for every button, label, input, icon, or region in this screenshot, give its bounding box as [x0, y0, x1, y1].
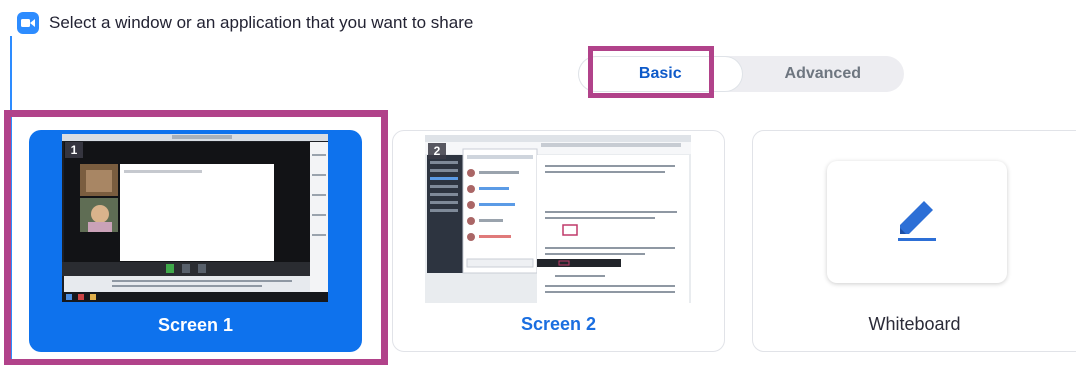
share-dialog-header: Select a window or an application that y… — [17, 10, 473, 36]
screen-1-highlight — [4, 110, 388, 365]
pen-icon — [898, 201, 936, 241]
zoom-camera-icon — [17, 12, 39, 34]
share-option-whiteboard[interactable]: Whiteboard — [752, 130, 1076, 352]
share-option-screen-2[interactable]: 2 Screen 2 — [392, 130, 725, 352]
screen-2-thumbnail: 2 — [425, 135, 691, 303]
screen-2-label: Screen 2 — [520, 314, 597, 334]
tab-advanced[interactable]: Advanced — [742, 56, 905, 92]
whiteboard-label: Whiteboard — [868, 314, 961, 334]
dialog-title: Select a window or an application that y… — [49, 13, 474, 32]
screen-number-badge: 2 — [428, 143, 446, 159]
whiteboard-tile — [827, 161, 1007, 283]
basic-tab-highlight — [588, 46, 714, 98]
